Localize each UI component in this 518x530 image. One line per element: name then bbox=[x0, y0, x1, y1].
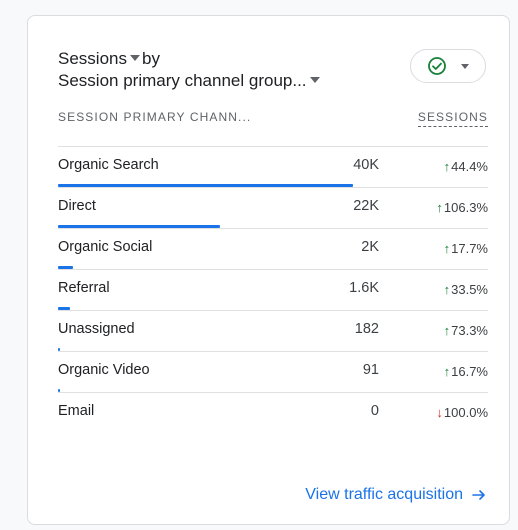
sessions-value: 2K bbox=[361, 239, 379, 255]
arrow-up-icon: ↑ bbox=[443, 323, 451, 338]
title-connector: by bbox=[141, 49, 160, 68]
share-bar-track bbox=[58, 430, 353, 433]
sessions-value: 1.6K bbox=[349, 280, 379, 296]
change-percent: ↑44.4% bbox=[444, 159, 488, 174]
chevron-down-icon bbox=[461, 63, 469, 69]
sessions-column-header[interactable]: SESSIONS bbox=[417, 110, 488, 127]
data-quality-status-button[interactable] bbox=[410, 49, 486, 83]
channel-name: Email bbox=[58, 403, 95, 419]
change-percent: ↑17.7% bbox=[444, 241, 488, 256]
arrow-up-icon: ↑ bbox=[436, 200, 443, 215]
table-row[interactable]: Organic Video 91 ↑16.7% bbox=[58, 351, 488, 392]
sessions-by-channel-card: Sessions by Session primary channel grou… bbox=[27, 15, 510, 525]
change-value: 17.7% bbox=[451, 241, 488, 256]
change-percent: ↓100.0% bbox=[436, 405, 488, 420]
table-header: SESSION PRIMARY CHANN... SESSIONS bbox=[58, 110, 488, 130]
dimension-label: Session primary channel group... bbox=[58, 71, 307, 90]
table-row[interactable]: Organic Social 2K ↑17.7% bbox=[58, 228, 488, 269]
check-circle-icon bbox=[428, 57, 446, 75]
footer-link-label: View traffic acquisition bbox=[305, 486, 463, 503]
change-value: 16.7% bbox=[451, 364, 488, 379]
arrow-right-icon bbox=[472, 490, 485, 500]
sessions-value: 22K bbox=[353, 198, 379, 214]
change-value: 73.3% bbox=[451, 323, 488, 338]
change-value: 44.4% bbox=[451, 159, 488, 174]
arrow-up-icon: ↑ bbox=[443, 364, 451, 379]
channel-name: Unassigned bbox=[58, 321, 135, 337]
arrow-up-icon: ↑ bbox=[443, 282, 451, 297]
channel-name: Referral bbox=[58, 280, 110, 296]
change-percent: ↑106.3% bbox=[436, 200, 488, 215]
metric-dropdown-caret-icon bbox=[129, 55, 140, 61]
channel-name: Organic Search bbox=[58, 157, 159, 173]
change-value: 33.5% bbox=[451, 282, 488, 297]
table-row[interactable]: Email 0 ↓100.0% bbox=[58, 392, 488, 433]
table-row[interactable]: Organic Search 40K ↑44.4% bbox=[58, 146, 488, 187]
view-traffic-acquisition-link[interactable]: View traffic acquisition bbox=[305, 486, 487, 504]
arrow-down-icon: ↓ bbox=[436, 405, 443, 420]
table-row[interactable]: Referral 1.6K ↑33.5% bbox=[58, 269, 488, 310]
dimension-column-header: SESSION PRIMARY CHANN... bbox=[58, 110, 252, 124]
change-value: 100.0% bbox=[443, 405, 488, 420]
sessions-value: 40K bbox=[353, 157, 379, 173]
arrow-up-icon: ↑ bbox=[443, 159, 451, 174]
change-percent: ↑73.3% bbox=[444, 323, 488, 338]
sessions-value: 0 bbox=[370, 403, 379, 419]
sessions-value: 182 bbox=[354, 321, 379, 337]
channel-name: Direct bbox=[58, 198, 96, 214]
change-value: 106.3% bbox=[443, 200, 488, 215]
channel-name: Organic Social bbox=[58, 239, 153, 255]
change-percent: ↑33.5% bbox=[444, 282, 488, 297]
sessions-value: 91 bbox=[362, 362, 379, 378]
table-row[interactable]: Unassigned 182 ↑73.3% bbox=[58, 310, 488, 351]
table-row[interactable]: Direct 22K ↑106.3% bbox=[58, 187, 488, 228]
arrow-up-icon: ↑ bbox=[443, 241, 451, 256]
channel-name: Organic Video bbox=[58, 362, 150, 378]
dimension-dropdown-caret-icon bbox=[309, 77, 320, 83]
change-percent: ↑16.7% bbox=[444, 364, 488, 379]
metric-label: Sessions bbox=[58, 49, 127, 68]
channel-table: Organic Search 40K ↑44.4% Direct 22K ↑106.3% O… bbox=[58, 146, 488, 433]
